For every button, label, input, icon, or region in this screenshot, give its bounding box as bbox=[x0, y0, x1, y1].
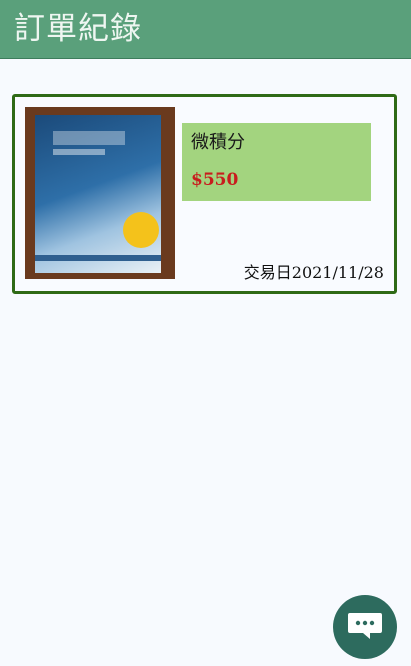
page-title: 訂單紀錄 bbox=[14, 11, 142, 47]
book-cover-badge bbox=[123, 212, 159, 248]
product-price: $550 bbox=[191, 170, 239, 190]
trade-date: 交易日2021/11/28 bbox=[243, 263, 384, 282]
product-image bbox=[25, 107, 175, 279]
book-cover-subtitle-band bbox=[53, 149, 105, 155]
chat-button[interactable] bbox=[333, 595, 397, 659]
product-info: 微積分 $550 bbox=[182, 123, 371, 201]
chat-bubble-icon bbox=[348, 613, 382, 639]
product-name: 微積分 bbox=[191, 132, 245, 153]
book-cover-title-band bbox=[53, 131, 125, 145]
book-cover-bottom-bar bbox=[35, 255, 161, 261]
order-card[interactable]: 微積分 $550 交易日2021/11/28 bbox=[12, 94, 397, 294]
app-header: 訂單紀錄 bbox=[0, 0, 411, 59]
